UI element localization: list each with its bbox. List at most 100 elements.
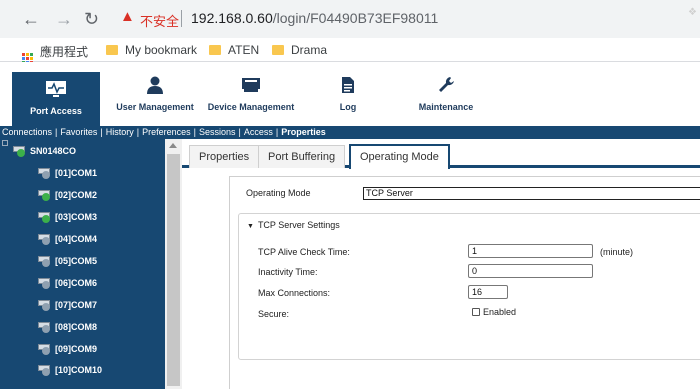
forward-arrow-icon[interactable]: → bbox=[55, 9, 73, 29]
port-offline-icon bbox=[38, 234, 52, 245]
sub-navigation: Connections | Favorites | History | Preference… bbox=[0, 126, 700, 139]
tree-item-com9[interactable]: [09]COM9 bbox=[38, 344, 97, 355]
alive-check-input[interactable]: 1 bbox=[468, 244, 593, 258]
url-text[interactable]: 192.168.0.60/login/F04490B73EF98011 bbox=[191, 10, 438, 26]
user-icon bbox=[147, 76, 163, 94]
scrollbar-thumb[interactable] bbox=[167, 154, 180, 386]
bookmark-label: 應用程式 bbox=[40, 45, 89, 59]
operating-mode-panel: Operating Mode TCP Server ⌄ ▼TCP Server … bbox=[229, 176, 700, 389]
document-icon bbox=[342, 77, 354, 93]
menu-label: Port Access bbox=[30, 106, 82, 116]
subnav-properties[interactable]: Properties bbox=[281, 126, 326, 139]
menu-log[interactable]: Log bbox=[330, 76, 366, 112]
address-bar[interactable]: ▲ 不安全 192.168.0.60/login/F04490B73EF9801… bbox=[113, 5, 700, 33]
reload-icon[interactable]: ↻ bbox=[84, 9, 99, 29]
port-offline-icon bbox=[38, 278, 52, 289]
tree-item-label: [10]COM10 bbox=[55, 365, 103, 375]
subnav-preferences[interactable]: Preferences bbox=[142, 126, 191, 139]
tab-properties[interactable]: Properties bbox=[189, 145, 260, 168]
bookmark-label: ATEN bbox=[228, 43, 260, 57]
operating-mode-select[interactable]: TCP Server ⌄ bbox=[363, 187, 700, 200]
folder-icon bbox=[106, 45, 118, 55]
port-online-icon bbox=[38, 212, 52, 223]
port-offline-icon bbox=[38, 322, 52, 333]
tree-item-com5[interactable]: [05]COM5 bbox=[38, 256, 98, 267]
subnav-separator: | bbox=[55, 127, 58, 137]
tree-item-com3[interactable]: [03]COM3 bbox=[38, 212, 98, 223]
checkbox-box[interactable] bbox=[472, 308, 480, 316]
port-offline-icon bbox=[38, 256, 52, 267]
alive-check-unit: (minute) bbox=[600, 247, 634, 257]
tree-item-com8[interactable]: [08]COM8 bbox=[38, 322, 97, 333]
property-tabs: Properties Port Buffering Operating Mode bbox=[182, 139, 700, 169]
tree-item-com6[interactable]: [06]COM6 bbox=[38, 278, 97, 289]
max-connections-label: Max Connections: bbox=[258, 288, 331, 298]
bookmark-label: My bookmark bbox=[125, 43, 198, 57]
address-separator bbox=[181, 10, 182, 27]
browser-toolbar: ← → ↻ ▲ 不安全 192.168.0.60/login/F04490B73… bbox=[0, 0, 700, 38]
subnav-separator: | bbox=[136, 127, 140, 137]
not-secure-label[interactable]: 不安全 bbox=[140, 11, 179, 30]
menu-label: Device Management bbox=[207, 102, 295, 112]
tree-item-label: [04]COM4 bbox=[55, 234, 98, 244]
subnav-history[interactable]: History bbox=[106, 126, 134, 139]
bookmark-drama[interactable]: Drama bbox=[272, 43, 327, 57]
collapse-triangle-icon: ▼ bbox=[247, 223, 254, 230]
subnav-separator: | bbox=[275, 127, 279, 137]
tree-collapse-marker[interactable] bbox=[2, 140, 8, 146]
bookmark-my-bookmark[interactable]: My bookmark bbox=[106, 43, 197, 57]
subnav-separator: | bbox=[100, 127, 103, 137]
scroll-up-arrow-icon[interactable] bbox=[169, 143, 177, 148]
secure-enabled-checkbox[interactable]: Enabled bbox=[472, 307, 516, 317]
max-connections-input[interactable]: 16 bbox=[468, 285, 508, 299]
tree-item-com1[interactable]: [01]COM1 bbox=[38, 168, 98, 179]
bookmark-aten[interactable]: ATEN bbox=[209, 43, 259, 57]
bookmark-label: Drama bbox=[291, 43, 328, 57]
bookmark-apps[interactable]: 應用程式 bbox=[22, 43, 88, 64]
tree-item-label: [01]COM1 bbox=[55, 168, 98, 178]
settings-group-header[interactable]: ▼ TCP Server Settings bbox=[247, 220, 340, 230]
subnav-connections[interactable]: Connections bbox=[2, 126, 52, 139]
settings-group-title: TCP Server Settings bbox=[257, 220, 340, 230]
tree-item-com7[interactable]: [07]COM7 bbox=[38, 300, 98, 311]
main-content: Properties Port Buffering Operating Mode… bbox=[182, 139, 700, 389]
menu-maintenance[interactable]: Maintenance bbox=[411, 76, 481, 112]
tree-item-label: [05]COM5 bbox=[55, 256, 98, 266]
port-online-icon bbox=[38, 190, 52, 201]
folder-icon bbox=[209, 45, 221, 55]
tree-item-com2[interactable]: [02]COM2 bbox=[38, 190, 98, 201]
inactivity-label: Inactivity Time: bbox=[258, 267, 318, 277]
port-offline-icon bbox=[38, 300, 52, 311]
device-tree-sidebar: SN0148CO [01]COM1 [02]COM2 [03]COM3 [04]… bbox=[0, 139, 182, 389]
tab-port-buffering[interactable]: Port Buffering bbox=[258, 145, 346, 168]
tree-item-label: [07]COM7 bbox=[55, 300, 98, 310]
tree-item-label: [03]COM3 bbox=[55, 212, 98, 222]
app-header: Port Access User Management Device Manag… bbox=[0, 62, 700, 126]
folder-icon bbox=[272, 45, 284, 55]
sidebar-scrollbar[interactable] bbox=[165, 139, 182, 389]
tree-item-com4[interactable]: [04]COM4 bbox=[38, 234, 98, 245]
menu-label: User Management bbox=[116, 102, 194, 112]
extension-icon[interactable]: ❖ bbox=[688, 7, 697, 18]
tree-item-com10[interactable]: [10]COM10 bbox=[38, 365, 103, 376]
inactivity-input[interactable]: 0 bbox=[468, 264, 593, 278]
tree-root-device[interactable]: SN0148CO bbox=[13, 146, 76, 157]
device-icon bbox=[242, 78, 260, 92]
back-arrow-icon[interactable]: ← bbox=[22, 9, 40, 29]
menu-device-management[interactable]: Device Management bbox=[203, 76, 299, 112]
menu-label: Log bbox=[339, 102, 357, 112]
operating-mode-value: TCP Server bbox=[366, 188, 413, 198]
subnav-favorites[interactable]: Favorites bbox=[60, 126, 97, 139]
subnav-sessions[interactable]: Sessions bbox=[199, 126, 236, 139]
menu-port-access[interactable]: Port Access bbox=[12, 72, 100, 126]
port-offline-icon bbox=[38, 344, 52, 355]
subnav-access[interactable]: Access bbox=[244, 126, 273, 139]
subnav-separator: | bbox=[193, 127, 196, 137]
secure-label: Secure: bbox=[258, 309, 290, 319]
bookmarks-bar: 應用程式 My bookmark ATEN Drama bbox=[0, 38, 700, 64]
menu-user-management[interactable]: User Management bbox=[112, 76, 198, 112]
warning-triangle-icon[interactable]: ▲ bbox=[120, 8, 135, 25]
tab-operating-mode[interactable]: Operating Mode bbox=[349, 144, 450, 169]
secure-option-label: Enabled bbox=[483, 307, 517, 317]
tree-item-label: [02]COM2 bbox=[55, 190, 98, 200]
